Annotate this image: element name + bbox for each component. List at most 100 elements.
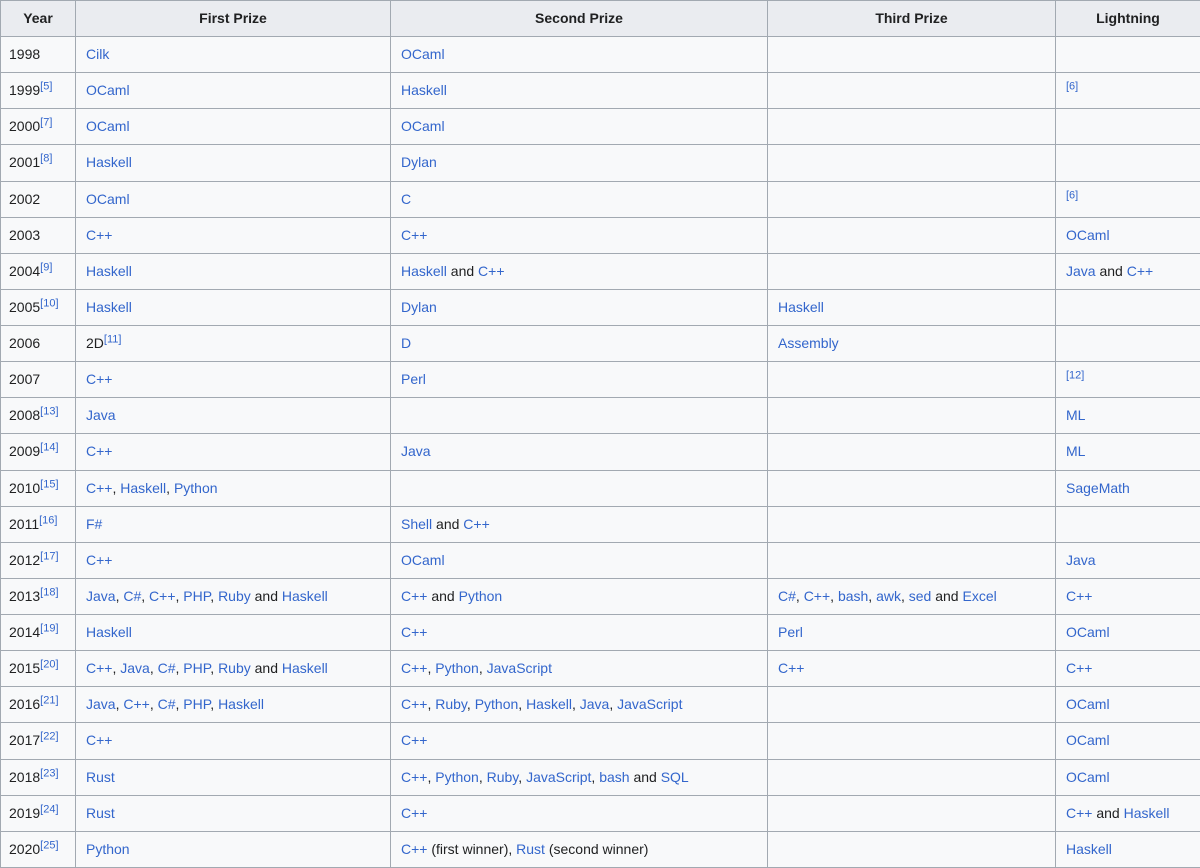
language-link[interactable]: C++: [463, 516, 489, 532]
citation-link[interactable]: [15]: [40, 478, 58, 490]
language-link[interactable]: Excel: [962, 588, 996, 604]
language-link[interactable]: Java: [86, 696, 116, 712]
language-link[interactable]: C++: [804, 588, 830, 604]
language-link[interactable]: D: [401, 335, 411, 351]
citation-link[interactable]: [8]: [40, 153, 52, 165]
language-link[interactable]: C#: [158, 696, 176, 712]
language-link[interactable]: PHP: [183, 660, 210, 676]
citation-link[interactable]: [7]: [40, 117, 52, 129]
language-link[interactable]: OCaml: [401, 552, 445, 568]
language-link[interactable]: Java: [86, 407, 116, 423]
language-link[interactable]: C++: [401, 624, 427, 640]
citation-link[interactable]: [18]: [40, 586, 58, 598]
language-link[interactable]: OCaml: [1066, 732, 1110, 748]
language-link[interactable]: C++: [478, 263, 504, 279]
language-link[interactable]: SQL: [661, 769, 689, 785]
citation-link[interactable]: [17]: [40, 550, 58, 562]
language-link[interactable]: Perl: [401, 371, 426, 387]
language-link[interactable]: Perl: [778, 624, 803, 640]
language-link[interactable]: C++: [86, 371, 112, 387]
citation-link[interactable]: [22]: [40, 731, 58, 743]
language-link[interactable]: C++: [86, 732, 112, 748]
language-link[interactable]: Python: [459, 588, 503, 604]
language-link[interactable]: Java: [1066, 552, 1096, 568]
language-link[interactable]: Haskell: [526, 696, 572, 712]
citation-link[interactable]: [13]: [40, 406, 58, 418]
language-link[interactable]: Haskell: [86, 624, 132, 640]
language-link[interactable]: C++: [401, 588, 427, 604]
citation-link[interactable]: [16]: [39, 514, 57, 526]
language-link[interactable]: ML: [1066, 407, 1085, 423]
language-link[interactable]: C++: [1066, 805, 1092, 821]
language-link[interactable]: C++: [86, 443, 112, 459]
language-link[interactable]: OCaml: [1066, 769, 1110, 785]
citation-link[interactable]: [19]: [40, 622, 58, 634]
language-link[interactable]: Haskell: [401, 263, 447, 279]
language-link[interactable]: bash: [599, 769, 629, 785]
language-link[interactable]: C++: [401, 732, 427, 748]
citation-link[interactable]: [14]: [40, 442, 58, 454]
citation-link[interactable]: [12]: [1066, 370, 1084, 382]
language-link[interactable]: Ruby: [218, 588, 251, 604]
language-link[interactable]: C++: [86, 552, 112, 568]
language-link[interactable]: F#: [86, 516, 102, 532]
language-link[interactable]: C++: [1127, 263, 1153, 279]
language-link[interactable]: Java: [1066, 263, 1096, 279]
language-link[interactable]: C++: [123, 696, 149, 712]
language-link[interactable]: C: [401, 191, 411, 207]
citation-link[interactable]: [10]: [40, 297, 58, 309]
language-link[interactable]: sed: [909, 588, 932, 604]
language-link[interactable]: C++: [1066, 588, 1092, 604]
language-link[interactable]: Haskell: [218, 696, 264, 712]
language-link[interactable]: JavaScript: [487, 660, 552, 676]
language-link[interactable]: Python: [435, 660, 479, 676]
language-link[interactable]: C++: [1066, 660, 1092, 676]
language-link[interactable]: OCaml: [1066, 696, 1110, 712]
language-link[interactable]: C#: [123, 588, 141, 604]
language-link[interactable]: C++: [401, 769, 427, 785]
citation-link[interactable]: [11]: [104, 333, 122, 345]
citation-link[interactable]: [25]: [40, 839, 58, 851]
language-link[interactable]: Ruby: [218, 660, 251, 676]
language-link[interactable]: Assembly: [778, 335, 839, 351]
language-link[interactable]: OCaml: [86, 191, 130, 207]
language-link[interactable]: Haskell: [120, 480, 166, 496]
language-link[interactable]: Ruby: [435, 696, 467, 712]
language-link[interactable]: OCaml: [401, 46, 445, 62]
language-link[interactable]: Rust: [86, 769, 115, 785]
language-link[interactable]: Haskell: [86, 154, 132, 170]
language-link[interactable]: Java: [120, 660, 150, 676]
language-link[interactable]: OCaml: [1066, 227, 1110, 243]
language-link[interactable]: Python: [435, 769, 479, 785]
language-link[interactable]: Rust: [86, 805, 115, 821]
language-link[interactable]: ML: [1066, 443, 1085, 459]
language-link[interactable]: awk: [876, 588, 901, 604]
language-link[interactable]: Ruby: [487, 769, 519, 785]
language-link[interactable]: C#: [778, 588, 796, 604]
language-link[interactable]: OCaml: [86, 82, 130, 98]
language-link[interactable]: C++: [149, 588, 175, 604]
language-link[interactable]: Haskell: [1124, 805, 1170, 821]
language-link[interactable]: Shell: [401, 516, 432, 532]
citation-link[interactable]: [21]: [40, 695, 58, 707]
language-link[interactable]: JavaScript: [617, 696, 682, 712]
language-link[interactable]: Haskell: [86, 263, 132, 279]
language-link[interactable]: Java: [580, 696, 610, 712]
language-link[interactable]: Java: [86, 588, 116, 604]
language-link[interactable]: SageMath: [1066, 480, 1130, 496]
language-link[interactable]: Haskell: [282, 660, 328, 676]
citation-link[interactable]: [6]: [1066, 189, 1078, 201]
language-link[interactable]: C#: [158, 660, 176, 676]
language-link[interactable]: Haskell: [778, 299, 824, 315]
citation-link[interactable]: [23]: [40, 767, 58, 779]
language-link[interactable]: PHP: [183, 696, 210, 712]
citation-link[interactable]: [24]: [40, 803, 58, 815]
language-link[interactable]: PHP: [183, 588, 210, 604]
citation-link[interactable]: [9]: [40, 261, 52, 273]
language-link[interactable]: C++: [401, 227, 427, 243]
language-link[interactable]: OCaml: [1066, 624, 1110, 640]
language-link[interactable]: Python: [174, 480, 218, 496]
language-link[interactable]: C++: [401, 660, 427, 676]
language-link[interactable]: C++: [86, 660, 112, 676]
language-link[interactable]: C++: [86, 227, 112, 243]
